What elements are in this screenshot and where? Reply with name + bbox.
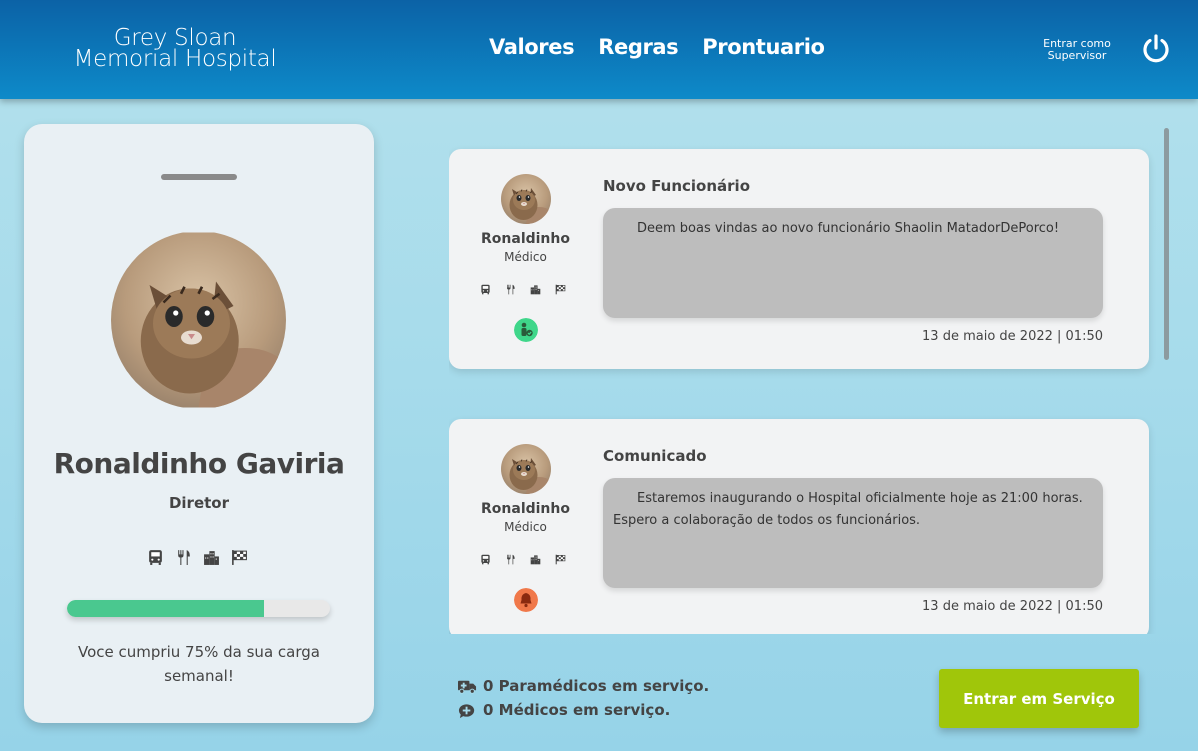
city-icon — [530, 284, 541, 295]
workload-progress-bar — [67, 600, 330, 617]
post-card: Ronaldinho Médico Comunicado Estaremos i… — [449, 419, 1149, 634]
post-author-role: Médico — [504, 250, 547, 264]
utensils-icon — [505, 284, 516, 295]
doctors-count: 0 Médicos em serviço. — [483, 701, 671, 719]
new-user-icon — [514, 318, 538, 342]
enter-service-button[interactable]: Entrar em Serviço — [939, 669, 1139, 728]
post-body: Deem boas vindas ao novo funcionário Sha… — [603, 208, 1103, 318]
bus-icon — [480, 284, 491, 295]
card-handle — [161, 174, 237, 180]
post-author: Ronaldinho — [481, 231, 570, 247]
post-icons — [480, 554, 566, 565]
bus-icon — [480, 554, 491, 565]
city-icon — [530, 554, 541, 565]
top-header: Grey Sloan Memorial Hospital Valores Reg… — [0, 0, 1198, 99]
nav-regras[interactable]: Regras — [598, 35, 678, 59]
bus-icon — [147, 549, 164, 566]
main-nav: Valores Regras Prontuario — [489, 35, 825, 59]
post-card: Ronaldinho Médico Novo Funcionário Deem … — [449, 149, 1149, 369]
checkered-flag-icon — [231, 549, 248, 566]
avatar — [111, 231, 286, 409]
post-author: Ronaldinho — [481, 501, 570, 517]
progress-fill — [67, 600, 265, 617]
profile-icons — [147, 549, 248, 566]
avatar — [501, 174, 551, 224]
profile-name: Ronaldinho Gaviria — [53, 447, 345, 480]
post-body: Estaremos inaugurando o Hospital oficial… — [603, 478, 1103, 588]
post-author-role: Médico — [504, 520, 547, 534]
nav-prontuario[interactable]: Prontuario — [702, 35, 825, 59]
ambulance-icon — [458, 680, 477, 694]
profile-card: Ronaldinho Gaviria Diretor Voce cumpriu … — [24, 124, 374, 723]
progress-text: Voce cumpriu 75% da sua carga semanal! — [78, 643, 320, 685]
paramedics-count: 0 Paramédicos em serviço. — [483, 677, 710, 695]
nav-valores[interactable]: Valores — [489, 35, 575, 59]
checkered-flag-icon — [555, 284, 566, 295]
power-icon[interactable] — [1140, 33, 1172, 65]
chat-medical-icon — [458, 703, 475, 718]
post-date: 13 de maio de 2022 | 01:50 — [922, 599, 1103, 614]
announcements-feed[interactable]: Ronaldinho Médico Novo Funcionário Deem … — [449, 124, 1169, 634]
post-date: 13 de maio de 2022 | 01:50 — [922, 329, 1103, 344]
post-title: Novo Funcionário — [603, 177, 751, 195]
doctors-status: 0 Médicos em serviço. — [458, 701, 670, 719]
paramedics-status: 0 Paramédicos em serviço. — [458, 677, 709, 695]
city-icon — [203, 549, 220, 566]
profile-role: Diretor — [168, 494, 230, 512]
hospital-logo[interactable]: Grey Sloan Memorial Hospital — [55, 27, 295, 72]
supervisor-login-link[interactable]: Entrar como Supervisor — [1036, 38, 1118, 62]
feed-scrollbar[interactable] — [1164, 128, 1169, 360]
logo-line-2: Memorial Hospital — [73, 46, 277, 72]
utensils-icon — [175, 549, 192, 566]
post-title: Comunicado — [603, 447, 707, 465]
checkered-flag-icon — [555, 554, 566, 565]
bell-icon — [514, 588, 538, 612]
post-icons — [480, 284, 566, 295]
utensils-icon — [505, 554, 516, 565]
avatar — [501, 444, 551, 494]
